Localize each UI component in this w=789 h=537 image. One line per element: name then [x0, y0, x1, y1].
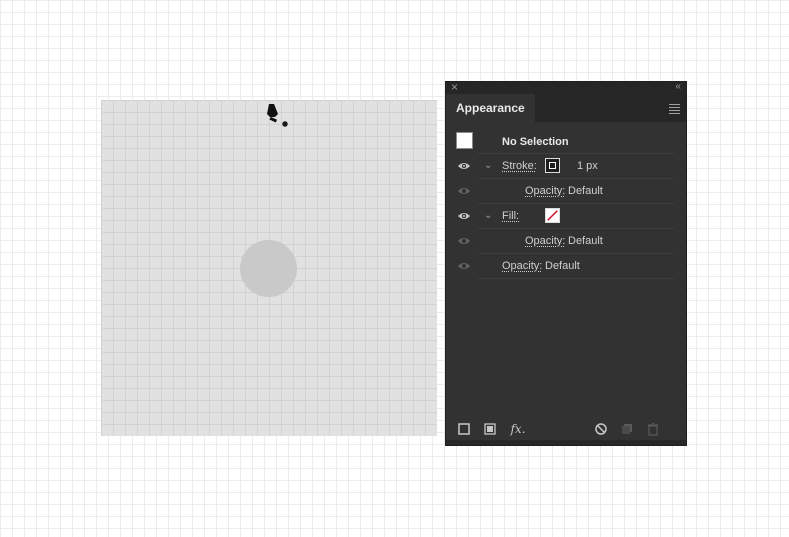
fill-row[interactable]: ⌄ Fill: — [454, 204, 674, 229]
chevron-down-icon[interactable]: ⌄ — [484, 210, 492, 221]
stroke-weight[interactable]: 1 px — [577, 159, 598, 173]
global-opacity-value: Default — [545, 260, 580, 272]
selection-thumbnail — [456, 132, 473, 149]
stroke-swatch[interactable] — [545, 158, 560, 173]
panel-bottom-toolbar: fx. — [446, 419, 686, 441]
fill-opacity-row[interactable]: Opacity: Default — [454, 229, 674, 254]
global-opacity-label[interactable]: Opacity: — [502, 259, 542, 273]
tab-appearance[interactable]: Appearance — [446, 94, 535, 122]
clear-appearance-icon[interactable] — [594, 422, 608, 436]
add-new-effect-icon[interactable]: fx. — [508, 422, 528, 436]
header-row: No Selection — [454, 129, 674, 154]
chevron-down-icon[interactable]: ⌄ — [484, 160, 492, 171]
appearance-panel: × ‹‹ Appearance No Selection ⌄ Stroke: 1… — [445, 80, 687, 446]
eye-icon[interactable] — [457, 261, 471, 271]
add-new-fill-icon[interactable] — [483, 422, 497, 436]
circle-shape[interactable] — [240, 240, 297, 297]
artboard[interactable] — [101, 100, 437, 436]
stroke-opacity-row[interactable]: Opacity: Default — [454, 179, 674, 204]
eye-icon[interactable] — [457, 186, 471, 196]
eye-icon[interactable] — [457, 211, 471, 221]
fill-label[interactable]: Fill: — [502, 209, 519, 223]
collapse-panel-icon[interactable]: ‹‹ — [675, 81, 681, 93]
panel-title-bar: × ‹‹ — [446, 80, 686, 94]
eye-icon[interactable] — [457, 161, 471, 171]
panel-resize-grip[interactable] — [446, 440, 686, 445]
panel-tabbar: Appearance — [446, 94, 686, 122]
delete-item-icon — [648, 422, 658, 436]
stroke-row[interactable]: ⌄ Stroke: 1 px — [454, 154, 674, 179]
fill-opacity-label[interactable]: Opacity: — [525, 234, 565, 248]
stroke-opacity-value: Default — [568, 185, 603, 197]
close-icon[interactable]: × — [451, 80, 458, 94]
fill-none-swatch[interactable] — [545, 208, 560, 223]
eye-icon[interactable] — [457, 236, 471, 246]
global-opacity-row[interactable]: Opacity: Default — [454, 254, 674, 279]
duplicate-item-icon — [622, 424, 632, 434]
panel-menu-icon[interactable] — [669, 104, 680, 116]
selection-title: No Selection — [502, 136, 569, 148]
add-new-stroke-icon[interactable] — [457, 422, 471, 436]
stroke-label[interactable]: Stroke: — [502, 159, 537, 173]
stroke-opacity-label[interactable]: Opacity: — [525, 184, 565, 198]
fill-opacity-value: Default — [568, 235, 603, 247]
pen-tool-cursor-icon — [267, 104, 288, 127]
